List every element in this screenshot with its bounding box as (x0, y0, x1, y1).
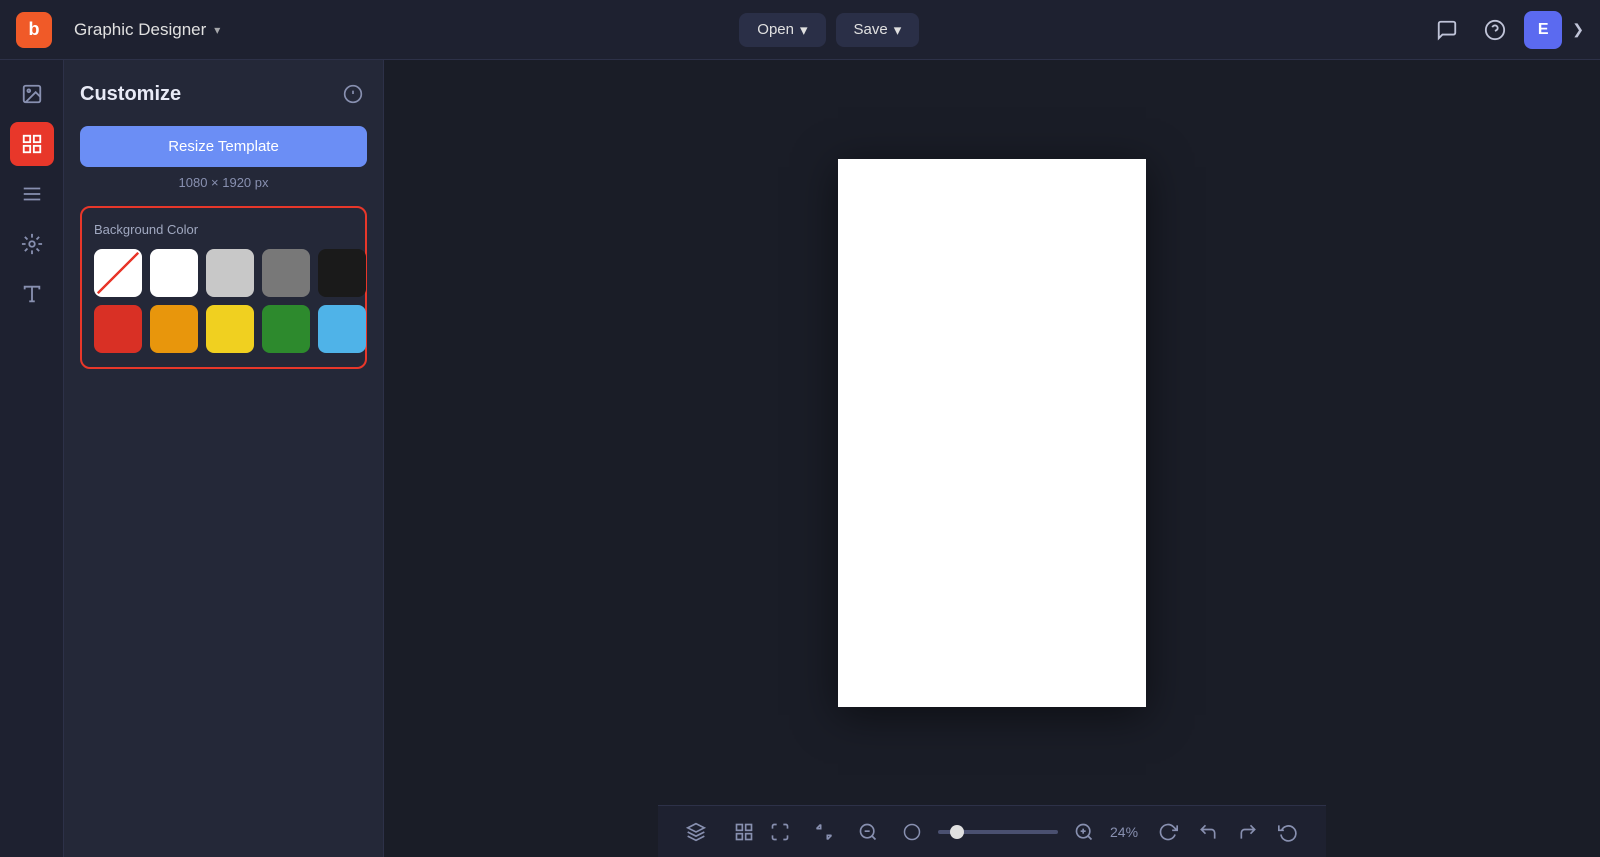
app-title-label: Graphic Designer (74, 20, 206, 40)
sidebar-item-layers[interactable] (10, 172, 54, 216)
topbar-right: E ❯ (1428, 11, 1584, 49)
color-swatch-transparent[interactable] (94, 249, 142, 297)
background-color-section: Background Color (80, 206, 367, 369)
color-swatch-orange[interactable] (150, 305, 198, 353)
bottom-left (678, 814, 762, 850)
redo-button[interactable] (1230, 814, 1266, 850)
crop-button[interactable] (806, 814, 842, 850)
bottombar: 24% (658, 805, 1326, 857)
bottom-right (1150, 814, 1306, 850)
zoom-in-button[interactable] (1066, 814, 1102, 850)
panel-header: Customize (80, 80, 367, 108)
color-swatch-black[interactable] (318, 249, 366, 297)
color-swatch-light-gray[interactable] (206, 249, 254, 297)
app-title-dropdown[interactable]: Graphic Designer ▾ (64, 14, 230, 46)
user-avatar-button[interactable]: E (1524, 11, 1562, 49)
zoom-circle (894, 814, 930, 850)
app-logo: b (16, 12, 52, 48)
save-button[interactable]: Save ▾ (836, 13, 920, 47)
topbar-expand-button[interactable]: ❯ (1572, 21, 1584, 38)
bottom-center: 24% (762, 814, 1150, 850)
topbar: b Graphic Designer ▾ Open ▾ Save ▾ (0, 0, 1600, 60)
resize-dimensions: 1080 × 1920 px (80, 175, 367, 190)
zoom-out-button[interactable] (850, 814, 886, 850)
color-grid (94, 249, 353, 353)
info-button[interactable] (339, 80, 367, 108)
comment-button[interactable] (1428, 11, 1466, 49)
app-title-chevron: ▾ (214, 23, 220, 37)
grid-bottom-button[interactable] (726, 814, 762, 850)
main-area: Customize Resize Template 1080 × 1920 px… (0, 60, 1600, 857)
panel-title: Customize (80, 83, 181, 106)
color-swatch-white[interactable] (150, 249, 198, 297)
history-button[interactable] (1270, 814, 1306, 850)
customize-panel: Customize Resize Template 1080 × 1920 px… (64, 60, 384, 857)
zoom-slider[interactable] (938, 830, 1058, 834)
color-swatch-red[interactable] (94, 305, 142, 353)
canvas-document (838, 159, 1146, 707)
color-swatch-gray[interactable] (262, 249, 310, 297)
zoom-level: 24% (1110, 824, 1150, 840)
color-swatch-green[interactable] (262, 305, 310, 353)
bg-color-label: Background Color (94, 222, 353, 237)
sidebar-item-text[interactable] (10, 272, 54, 316)
undo-button[interactable] (1190, 814, 1226, 850)
icon-sidebar (0, 60, 64, 857)
sidebar-item-elements[interactable] (10, 222, 54, 266)
help-button[interactable] (1476, 11, 1514, 49)
color-swatch-yellow[interactable] (206, 305, 254, 353)
open-button[interactable]: Open ▾ (739, 13, 825, 47)
color-swatch-blue[interactable] (318, 305, 366, 353)
topbar-center: Open ▾ Save ▾ (242, 13, 1416, 47)
canvas-area: 24% (384, 60, 1600, 857)
canvas-wrapper (384, 60, 1600, 805)
refresh-button[interactable] (1150, 814, 1186, 850)
layers-bottom-button[interactable] (678, 814, 714, 850)
fit-screen-button[interactable] (762, 814, 798, 850)
sidebar-item-customize[interactable] (10, 122, 54, 166)
resize-template-button[interactable]: Resize Template (80, 126, 367, 167)
sidebar-item-image[interactable] (10, 72, 54, 116)
